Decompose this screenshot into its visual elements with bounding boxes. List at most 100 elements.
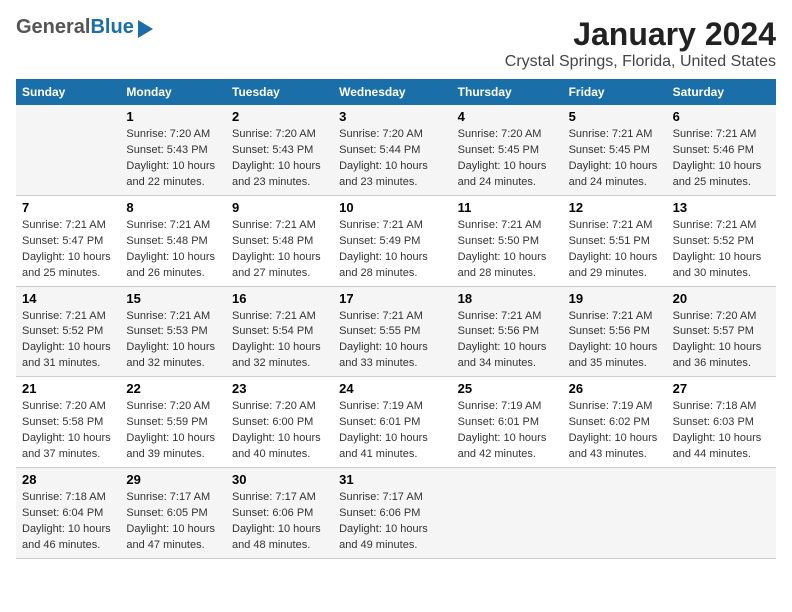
calendar-cell: 9Sunrise: 7:21 AMSunset: 5:48 PMDaylight… bbox=[226, 195, 333, 286]
calendar-cell: 6Sunrise: 7:21 AMSunset: 5:46 PMDaylight… bbox=[667, 105, 776, 195]
sunrise-time: Sunrise: 7:21 AM bbox=[458, 310, 542, 322]
day-number: 3 bbox=[339, 109, 446, 124]
day-info: Sunrise: 7:18 AMSunset: 6:03 PMDaylight:… bbox=[673, 399, 770, 463]
column-header-sunday: Sunday bbox=[16, 79, 120, 105]
sunrise-time: Sunrise: 7:19 AM bbox=[339, 400, 423, 412]
day-number: 25 bbox=[458, 381, 557, 396]
title-block: January 2024 Crystal Springs, Florida, U… bbox=[505, 16, 776, 71]
sunrise-time: Sunrise: 7:21 AM bbox=[339, 219, 423, 231]
daylight-hours: Daylight: 10 hours and 30 minutes. bbox=[673, 251, 762, 279]
day-number: 4 bbox=[458, 109, 557, 124]
daylight-hours: Daylight: 10 hours and 32 minutes. bbox=[126, 341, 215, 369]
day-info: Sunrise: 7:20 AMSunset: 5:43 PMDaylight:… bbox=[232, 127, 327, 191]
calendar-cell: 10Sunrise: 7:21 AMSunset: 5:49 PMDayligh… bbox=[333, 195, 452, 286]
sunset-time: Sunset: 5:56 PM bbox=[458, 325, 539, 337]
sunrise-time: Sunrise: 7:20 AM bbox=[673, 310, 757, 322]
day-info: Sunrise: 7:20 AMSunset: 5:44 PMDaylight:… bbox=[339, 127, 446, 191]
logo-blue: Blue bbox=[90, 16, 133, 39]
calendar-cell: 13 Sunrise: 7:21 AMSunset: 5:52 PMDayligh… bbox=[667, 195, 776, 286]
calendar-cell: 15Sunrise: 7:21 AMSunset: 5:53 PMDayligh… bbox=[120, 286, 226, 377]
calendar-cell: 30Sunrise: 7:17 AMSunset: 6:06 PMDayligh… bbox=[226, 468, 333, 559]
day-number: 8 bbox=[126, 200, 220, 215]
day-number: 21 bbox=[22, 381, 114, 396]
sunset-time: Sunset: 5:51 PM bbox=[569, 235, 650, 247]
day-info: Sunrise: 7:21 AMSunset: 5:52 PMDaylight:… bbox=[673, 218, 770, 282]
calendar-cell: 19 Sunrise: 7:21 AMSunset: 5:56 PMDayligh… bbox=[563, 286, 667, 377]
calendar-cell: 20Sunrise: 7:20 AMSunset: 5:57 PMDayligh… bbox=[667, 286, 776, 377]
sunrise-time: Sunrise: 7:21 AM bbox=[458, 219, 542, 231]
day-info: Sunrise: 7:20 AMSunset: 5:45 PMDaylight:… bbox=[458, 127, 557, 191]
week-row-5: 28Sunrise: 7:18 AMSunset: 6:04 PMDayligh… bbox=[16, 468, 776, 559]
daylight-hours: Daylight: 10 hours and 39 minutes. bbox=[126, 432, 215, 460]
daylight-hours: Daylight: 10 hours and 35 minutes. bbox=[569, 341, 658, 369]
day-number: 27 bbox=[673, 381, 770, 396]
daylight-hours: Daylight: 10 hours and 41 minutes. bbox=[339, 432, 428, 460]
calendar-cell bbox=[667, 468, 776, 559]
sunset-time: Sunset: 6:05 PM bbox=[126, 507, 207, 519]
day-info: Sunrise: 7:21 AMSunset: 5:56 PMDaylight:… bbox=[458, 309, 557, 373]
day-number: 13 bbox=[673, 200, 770, 215]
sunrise-time: Sunrise: 7:21 AM bbox=[126, 219, 210, 231]
logo: General Blue bbox=[16, 16, 153, 39]
day-info: Sunrise: 7:19 AM Sunset: 6:01 PM Daylight:… bbox=[339, 399, 446, 463]
day-number: 19 bbox=[569, 291, 661, 306]
calendar-cell: 28Sunrise: 7:18 AMSunset: 6:04 PMDayligh… bbox=[16, 468, 120, 559]
calendar-cell: 22Sunrise: 7:20 AMSunset: 5:59 PMDayligh… bbox=[120, 377, 226, 468]
sunrise-time: Sunrise: 7:20 AM bbox=[339, 128, 423, 140]
week-row-2: 7Sunrise: 7:21 AMSunset: 5:47 PMDaylight… bbox=[16, 195, 776, 286]
sunset-time: Sunset: 5:53 PM bbox=[126, 325, 207, 337]
calendar-cell bbox=[563, 468, 667, 559]
column-header-saturday: Saturday bbox=[667, 79, 776, 105]
calendar-cell: 21 Sunrise: 7:20 AMSunset: 5:58 PMDayligh… bbox=[16, 377, 120, 468]
sunset-time: Sunset: 6:06 PM bbox=[232, 507, 313, 519]
sunset-time: Sunset: 6:01 PM bbox=[339, 416, 420, 428]
sunrise-time: Sunrise: 7:21 AM bbox=[232, 310, 316, 322]
sunset-time: Sunset: 5:49 PM bbox=[339, 235, 420, 247]
week-row-1: 1Sunrise: 7:20 AMSunset: 5:43 PMDaylight… bbox=[16, 105, 776, 195]
sunrise-time: Sunrise: 7:20 AM bbox=[232, 128, 316, 140]
daylight-hours: Daylight: 10 hours and 31 minutes. bbox=[22, 341, 111, 369]
sunrise-time: Sunrise: 7:21 AM bbox=[569, 219, 653, 231]
sunset-time: Sunset: 5:45 PM bbox=[569, 144, 650, 156]
week-row-4: 21 Sunrise: 7:20 AMSunset: 5:58 PMDayligh… bbox=[16, 377, 776, 468]
calendar-cell: 7Sunrise: 7:21 AMSunset: 5:47 PMDaylight… bbox=[16, 195, 120, 286]
column-header-wednesday: Wednesday bbox=[333, 79, 452, 105]
day-info: Sunrise: 7:19 AMSunset: 6:01 PMDaylight:… bbox=[458, 399, 557, 463]
day-info: Sunrise: 7:20 AMSunset: 5:58 PMDaylight:… bbox=[22, 399, 114, 463]
column-header-monday: Monday bbox=[120, 79, 226, 105]
day-info: Sunrise: 7:21 AMSunset: 5:49 PMDaylight:… bbox=[339, 218, 446, 282]
calendar-cell: 2Sunrise: 7:20 AMSunset: 5:43 PMDaylight… bbox=[226, 105, 333, 195]
daylight-hours: Daylight: 10 hours and 37 minutes. bbox=[22, 432, 111, 460]
sunrise-time: Sunrise: 7:21 AM bbox=[339, 310, 423, 322]
daylight-hours: Daylight: 10 hours and 27 minutes. bbox=[232, 251, 321, 279]
day-info: Sunrise: 7:21 AMSunset: 5:52 PMDaylight:… bbox=[22, 309, 114, 373]
sunset-time: Sunset: 5:47 PM bbox=[22, 235, 103, 247]
daylight-hours: Daylight: 10 hours and 24 minutes. bbox=[458, 160, 547, 188]
day-number: 17 bbox=[339, 291, 446, 306]
day-number: 11 bbox=[458, 200, 557, 215]
sunrise-time: Sunrise: 7:21 AM bbox=[126, 310, 210, 322]
day-info: Sunrise: 7:17 AMSunset: 6:06 PMDaylight:… bbox=[232, 490, 327, 554]
day-info: Sunrise: 7:21 AM Sunset: 5:53 PM Daylight:… bbox=[126, 309, 220, 373]
sunrise-time: Sunrise: 7:21 AM bbox=[673, 219, 757, 231]
sunset-time: Sunset: 6:03 PM bbox=[673, 416, 754, 428]
daylight-hours: Daylight: 10 hours and 48 minutes. bbox=[232, 523, 321, 551]
week-row-3: 14Sunrise: 7:21 AMSunset: 5:52 PMDayligh… bbox=[16, 286, 776, 377]
sunset-time: Sunset: 5:43 PM bbox=[126, 144, 207, 156]
day-info: Sunrise: 7:21 AMSunset: 5:56 PMDaylight:… bbox=[569, 309, 661, 373]
sunset-time: Sunset: 6:02 PM bbox=[569, 416, 650, 428]
day-number: 28 bbox=[22, 472, 114, 487]
calendar-cell: 18Sunrise: 7:21 AMSunset: 5:56 PMDayligh… bbox=[452, 286, 563, 377]
sunset-time: Sunset: 5:46 PM bbox=[673, 144, 754, 156]
day-number: 20 bbox=[673, 291, 770, 306]
calendar-cell: 17Sunrise: 7:21 AMSunset: 5:55 PMDayligh… bbox=[333, 286, 452, 377]
daylight-hours: Daylight: 10 hours and 40 minutes. bbox=[232, 432, 321, 460]
logo-arrow-icon bbox=[138, 20, 153, 38]
day-number: 29 bbox=[126, 472, 220, 487]
daylight-hours: Daylight: 10 hours and 25 minutes. bbox=[673, 160, 762, 188]
daylight-hours: Daylight: 10 hours and 43 minutes. bbox=[569, 432, 658, 460]
sunrise-time: Sunrise: 7:19 AM bbox=[569, 400, 653, 412]
sunset-time: Sunset: 5:56 PM bbox=[569, 325, 650, 337]
day-info: Sunrise: 7:17 AMSunset: 6:06 PMDaylight:… bbox=[339, 490, 446, 554]
calendar-cell: 1Sunrise: 7:20 AMSunset: 5:43 PMDaylight… bbox=[120, 105, 226, 195]
